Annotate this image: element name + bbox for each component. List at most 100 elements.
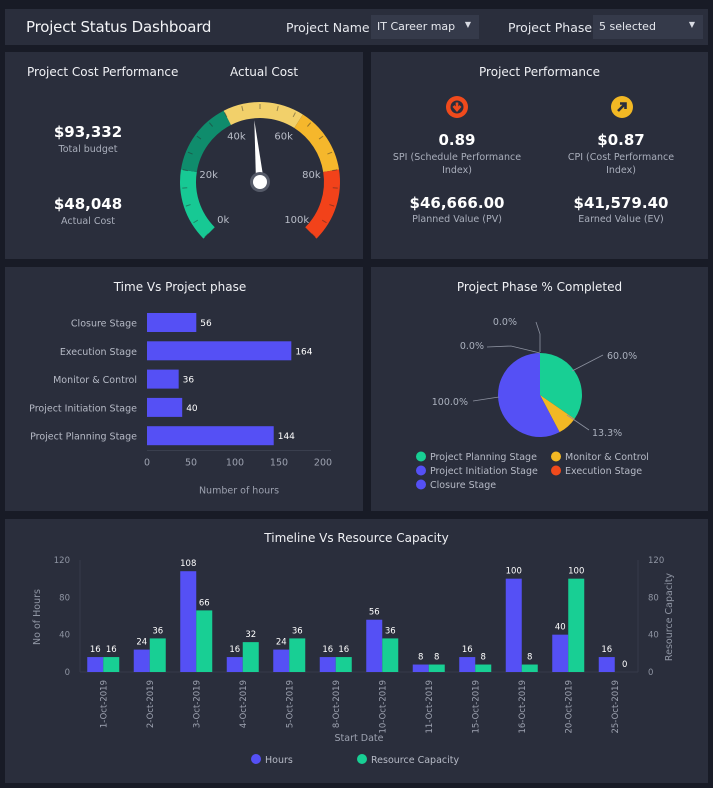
legend-label: Monitor & Control <box>565 452 649 463</box>
x-tick-label: 150 <box>270 458 288 469</box>
project-name-label: Project Name <box>286 20 370 35</box>
pie-leader-line <box>472 396 500 402</box>
project-name-dropdown[interactable]: IT Career map ▼ <box>371 15 479 39</box>
bar-value-label: 8 <box>527 653 532 663</box>
dashboard-title: Project Status Dashboard <box>26 18 212 36</box>
bar-value-label: 56 <box>369 608 380 618</box>
gauge-band <box>223 102 303 128</box>
gauge-title: Actual Cost <box>230 65 299 79</box>
bar-hours <box>133 649 150 672</box>
bar-value-label: 36 <box>152 626 163 636</box>
y-axis-title: No of Hours <box>32 589 43 645</box>
bar-value-label: 24 <box>276 638 287 648</box>
bar-hours <box>459 657 476 672</box>
bar-value-label: 16 <box>229 645 240 655</box>
earned-value: $41,579.40 <box>573 194 669 212</box>
total-budget-value: $93,332 <box>53 123 123 141</box>
bar-hours <box>505 578 522 672</box>
timeline-resource-chart: 0 040 4080 80120 120No of Hours Resource Capa… <box>32 556 675 766</box>
project-performance-title: Project Performance <box>479 65 600 79</box>
category-label: Project Initiation Stage <box>29 403 137 414</box>
gauge-tick-label: 0k <box>217 215 229 226</box>
bar-hours <box>226 657 243 672</box>
pie-value-label: 0.0% <box>460 341 484 352</box>
project-name-value: IT Career map <box>377 20 456 33</box>
project-phase-dropdown[interactable]: 5 selected ▼ <box>593 15 703 39</box>
bar-value-label: 8 <box>434 653 439 663</box>
bar-hours <box>319 657 336 672</box>
y2-tick-label: 0 <box>648 668 653 678</box>
x-axis-title: Number of hours <box>199 486 279 497</box>
legend-swatch <box>416 451 426 462</box>
arrow-down-icon <box>446 96 468 118</box>
gauge-tick-label: 100k <box>284 215 309 226</box>
gauge-tick-label: 40k <box>227 132 246 143</box>
cpi-label-line2: Index) <box>606 165 636 176</box>
phase-completed-chart: 60.0% 13.3% 100.0% 0.0% 0.0% Project Planning… <box>416 317 649 491</box>
chevron-down-icon: ▼ <box>464 20 471 29</box>
y-tick-label: 120 <box>54 556 70 566</box>
y-tick-label: 0 <box>65 668 70 678</box>
actual-cost-value: $48,048 <box>53 195 123 213</box>
bar <box>147 426 274 446</box>
y-tick-label: 80 <box>59 593 70 603</box>
x-tick-label: 8-Oct-2019 <box>332 680 342 728</box>
bar <box>147 369 179 389</box>
legend-label: Project Initiation Stage <box>430 466 538 477</box>
actual-cost-gauge: 0k 20k 40k 60k 80k 100k <box>180 102 340 239</box>
legend-label: Resource Capacity <box>371 755 459 766</box>
bar-value-label: 32 <box>245 630 256 640</box>
bar-value-label: 100 <box>506 567 522 577</box>
legend-swatch <box>416 479 426 490</box>
y2-tick-label: 80 <box>648 593 659 603</box>
x-tick-label: 3-Oct-2019 <box>192 680 202 728</box>
bar-value-label: 164 <box>295 347 312 357</box>
pie-value-label: 100.0% <box>432 397 468 408</box>
bar-value-label: 16 <box>90 645 101 655</box>
x-tick-label: 10-Oct-2019 <box>378 680 388 734</box>
gauge-tick-label: 20k <box>199 170 218 181</box>
x-tick-label: 50 <box>185 458 197 469</box>
bar-capacity <box>196 610 213 672</box>
bar <box>147 313 197 332</box>
timeline-resource-panel: Timeline Vs Resource Capacity 0 0 40 40 80 80… <box>5 519 708 783</box>
legend-label: Hours <box>265 755 293 766</box>
cost-performance-panel: Project Cost Performance Actual Cost $93… <box>5 52 363 259</box>
bar-capacity <box>289 638 306 672</box>
cpi-label-line1: CPI (Cost Performance <box>567 152 675 163</box>
pie-leader-line <box>486 345 541 354</box>
gauge-tick-label: 80k <box>302 170 321 181</box>
bar-hours <box>598 657 615 672</box>
x-tick-label: 15-Oct-2019 <box>471 680 481 734</box>
gauge-hub <box>253 175 267 189</box>
actual-cost-label: Actual Cost <box>61 216 115 227</box>
arrow-up-right-icon <box>611 96 633 118</box>
x-tick-label: 4-Oct-2019 <box>239 680 249 728</box>
category-label: Project Planning Stage <box>30 432 137 443</box>
x-tick-label: 11-Oct-2019 <box>425 680 435 734</box>
bar-hours <box>87 657 104 672</box>
cpi-label: CPI (Cost Performance Index) <box>541 151 701 177</box>
legend-swatch <box>251 754 261 764</box>
bar-hours <box>180 571 197 672</box>
x-tick-label: 2-Oct-2019 <box>146 680 156 728</box>
bar-capacity <box>103 657 120 672</box>
cost-performance-title: Project Cost Performance <box>27 65 179 79</box>
pie-value-label: 13.3% <box>592 428 622 439</box>
bar-value-label: 36 <box>292 626 303 636</box>
x-tick-label: 25-Oct-2019 <box>611 680 621 734</box>
chevron-down-icon: ▼ <box>688 20 695 29</box>
bar-value-label: 16 <box>106 645 117 655</box>
y-tick-label: 40 <box>59 631 70 641</box>
spi-label-line1: SPI (Schedule Performance <box>392 152 522 163</box>
bar-value-label: 66 <box>199 598 210 608</box>
bar-hours <box>552 634 569 672</box>
legend-swatch <box>416 465 426 476</box>
bar-hours <box>273 649 290 672</box>
bar-value-label: 0 <box>622 660 627 670</box>
pie-leader-line <box>571 354 604 372</box>
bar-value-label: 40 <box>555 623 566 633</box>
bar <box>147 397 183 417</box>
bar-capacity <box>242 642 259 672</box>
legend-label: Closure Stage <box>430 480 496 491</box>
